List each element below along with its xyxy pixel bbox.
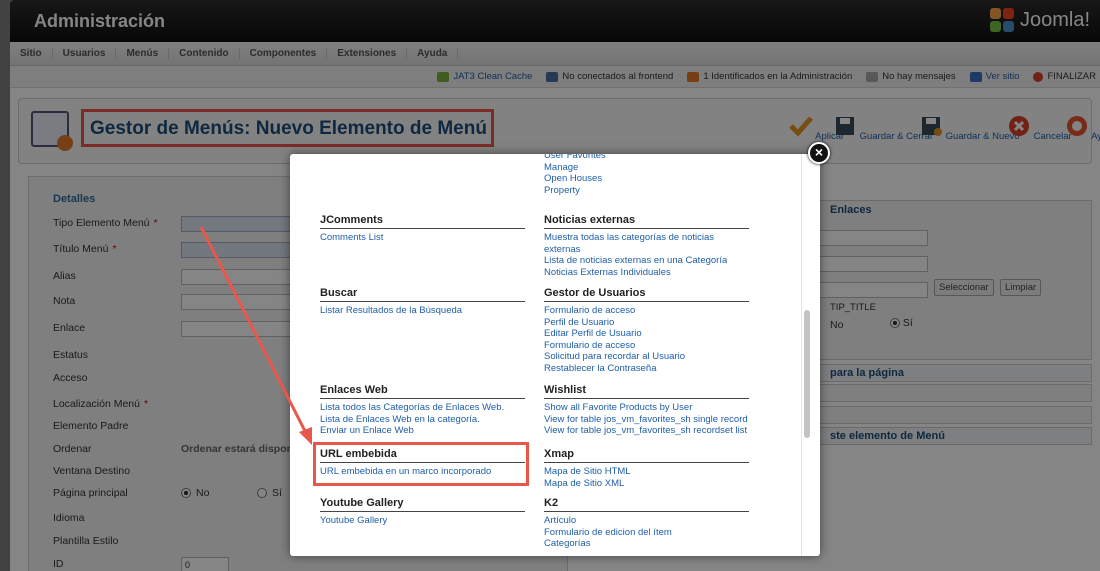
menu-type-link[interactable]: Artículo [544, 515, 749, 527]
menu-type-link[interactable]: Youtube Gallery [320, 515, 525, 527]
group-title: Xmap [544, 448, 749, 463]
menu-type-group: Buscar Listar Resultados de la Búsqueda [320, 287, 525, 317]
menu-type-link[interactable]: View for table jos_vm_favorites_sh recor… [544, 425, 749, 437]
menu-type-link[interactable]: Property [544, 185, 749, 197]
group-title: Enlaces Web [320, 384, 525, 399]
modal-scrollbar[interactable] [801, 154, 813, 556]
group-title: Buscar [320, 287, 525, 302]
scrollbar-thumb[interactable] [804, 310, 810, 438]
menu-type-link[interactable]: Show all Favorite Products by User [544, 402, 749, 414]
group-title: K2 [544, 497, 749, 512]
menu-type-group: Enlaces Web Lista todos las Categorías de… [320, 384, 525, 437]
modal-close-button[interactable]: × [808, 142, 830, 164]
group-title: JComments [320, 214, 525, 229]
menu-type-link[interactable]: Manage [544, 162, 749, 174]
menu-type-link[interactable]: Perfil de Usuario [544, 317, 749, 329]
menu-type-link[interactable]: Lista de Enlaces Web en la categoría. [320, 414, 525, 426]
menu-type-group: JComments Comments List [320, 214, 525, 244]
menu-type-link[interactable]: Solicitud para recordar al Usuario [544, 351, 749, 363]
menu-type-link[interactable]: Mapa de Sitio HTML [544, 466, 749, 478]
menu-type-link[interactable]: Restablecer la Contraseña [544, 363, 749, 375]
menu-type-link[interactable]: Enviar un Enlace Web [320, 425, 525, 437]
menu-type-modal: User Favorites Manage Open Houses Property J… [290, 154, 820, 556]
menu-type-link[interactable]: URL embebida en un marco incorporado [320, 466, 525, 478]
menu-type-link[interactable]: View for table jos_vm_favorites_sh singl… [544, 414, 749, 426]
menu-type-link[interactable]: Mapa de Sitio XML [544, 478, 749, 490]
close-icon: × [814, 144, 824, 160]
group-title: Wishlist [544, 384, 749, 399]
menu-type-group: User Favorites Manage Open Houses Property [544, 154, 749, 196]
group-title: Youtube Gallery [320, 497, 525, 512]
group-title: URL embebida [320, 448, 525, 463]
menu-type-link[interactable]: Noticias Externas Individuales [544, 267, 749, 279]
menu-type-link[interactable]: Comments List [320, 232, 525, 244]
menu-type-link[interactable]: Lista de noticias externas en una Catego… [544, 255, 749, 267]
menu-type-link[interactable]: User Favorites [544, 154, 749, 162]
menu-type-group: Wishlist Show all Favorite Products by Us… [544, 384, 749, 437]
menu-type-link[interactable]: Listar Resultados de la Búsqueda [320, 305, 525, 317]
menu-type-link[interactable]: Open Houses [544, 173, 749, 185]
menu-type-link[interactable]: Formulario de acceso [544, 305, 749, 317]
menu-type-link[interactable]: Muestra todas las categorías de noticias… [544, 232, 749, 255]
group-title: Gestor de Usuarios [544, 287, 749, 302]
menu-type-group: Gestor de Usuarios Formulario de acceso Pe… [544, 287, 749, 374]
menu-type-group: URL embebida URL embebida en un marco inc… [320, 448, 525, 478]
menu-type-group: Youtube Gallery Youtube Gallery [320, 497, 525, 527]
menu-type-group: K2 Artículo Formulario de edicion del ítem… [544, 497, 749, 550]
menu-type-link[interactable]: Lista todos las Categorías de Enlaces We… [320, 402, 525, 414]
menu-type-group: Xmap Mapa de Sitio HTML Mapa de Sitio XML [544, 448, 749, 489]
menu-type-link[interactable]: Formulario de edicion del ítem [544, 527, 749, 539]
group-title: Noticias externas [544, 214, 749, 229]
menu-type-link[interactable]: Formulario de acceso [544, 340, 749, 352]
menu-type-link[interactable]: Editar Perfil de Usuario [544, 328, 749, 340]
menu-type-group: Noticias externas Muestra todas las categ… [544, 214, 749, 278]
menu-type-link[interactable]: Categorías [544, 538, 749, 550]
